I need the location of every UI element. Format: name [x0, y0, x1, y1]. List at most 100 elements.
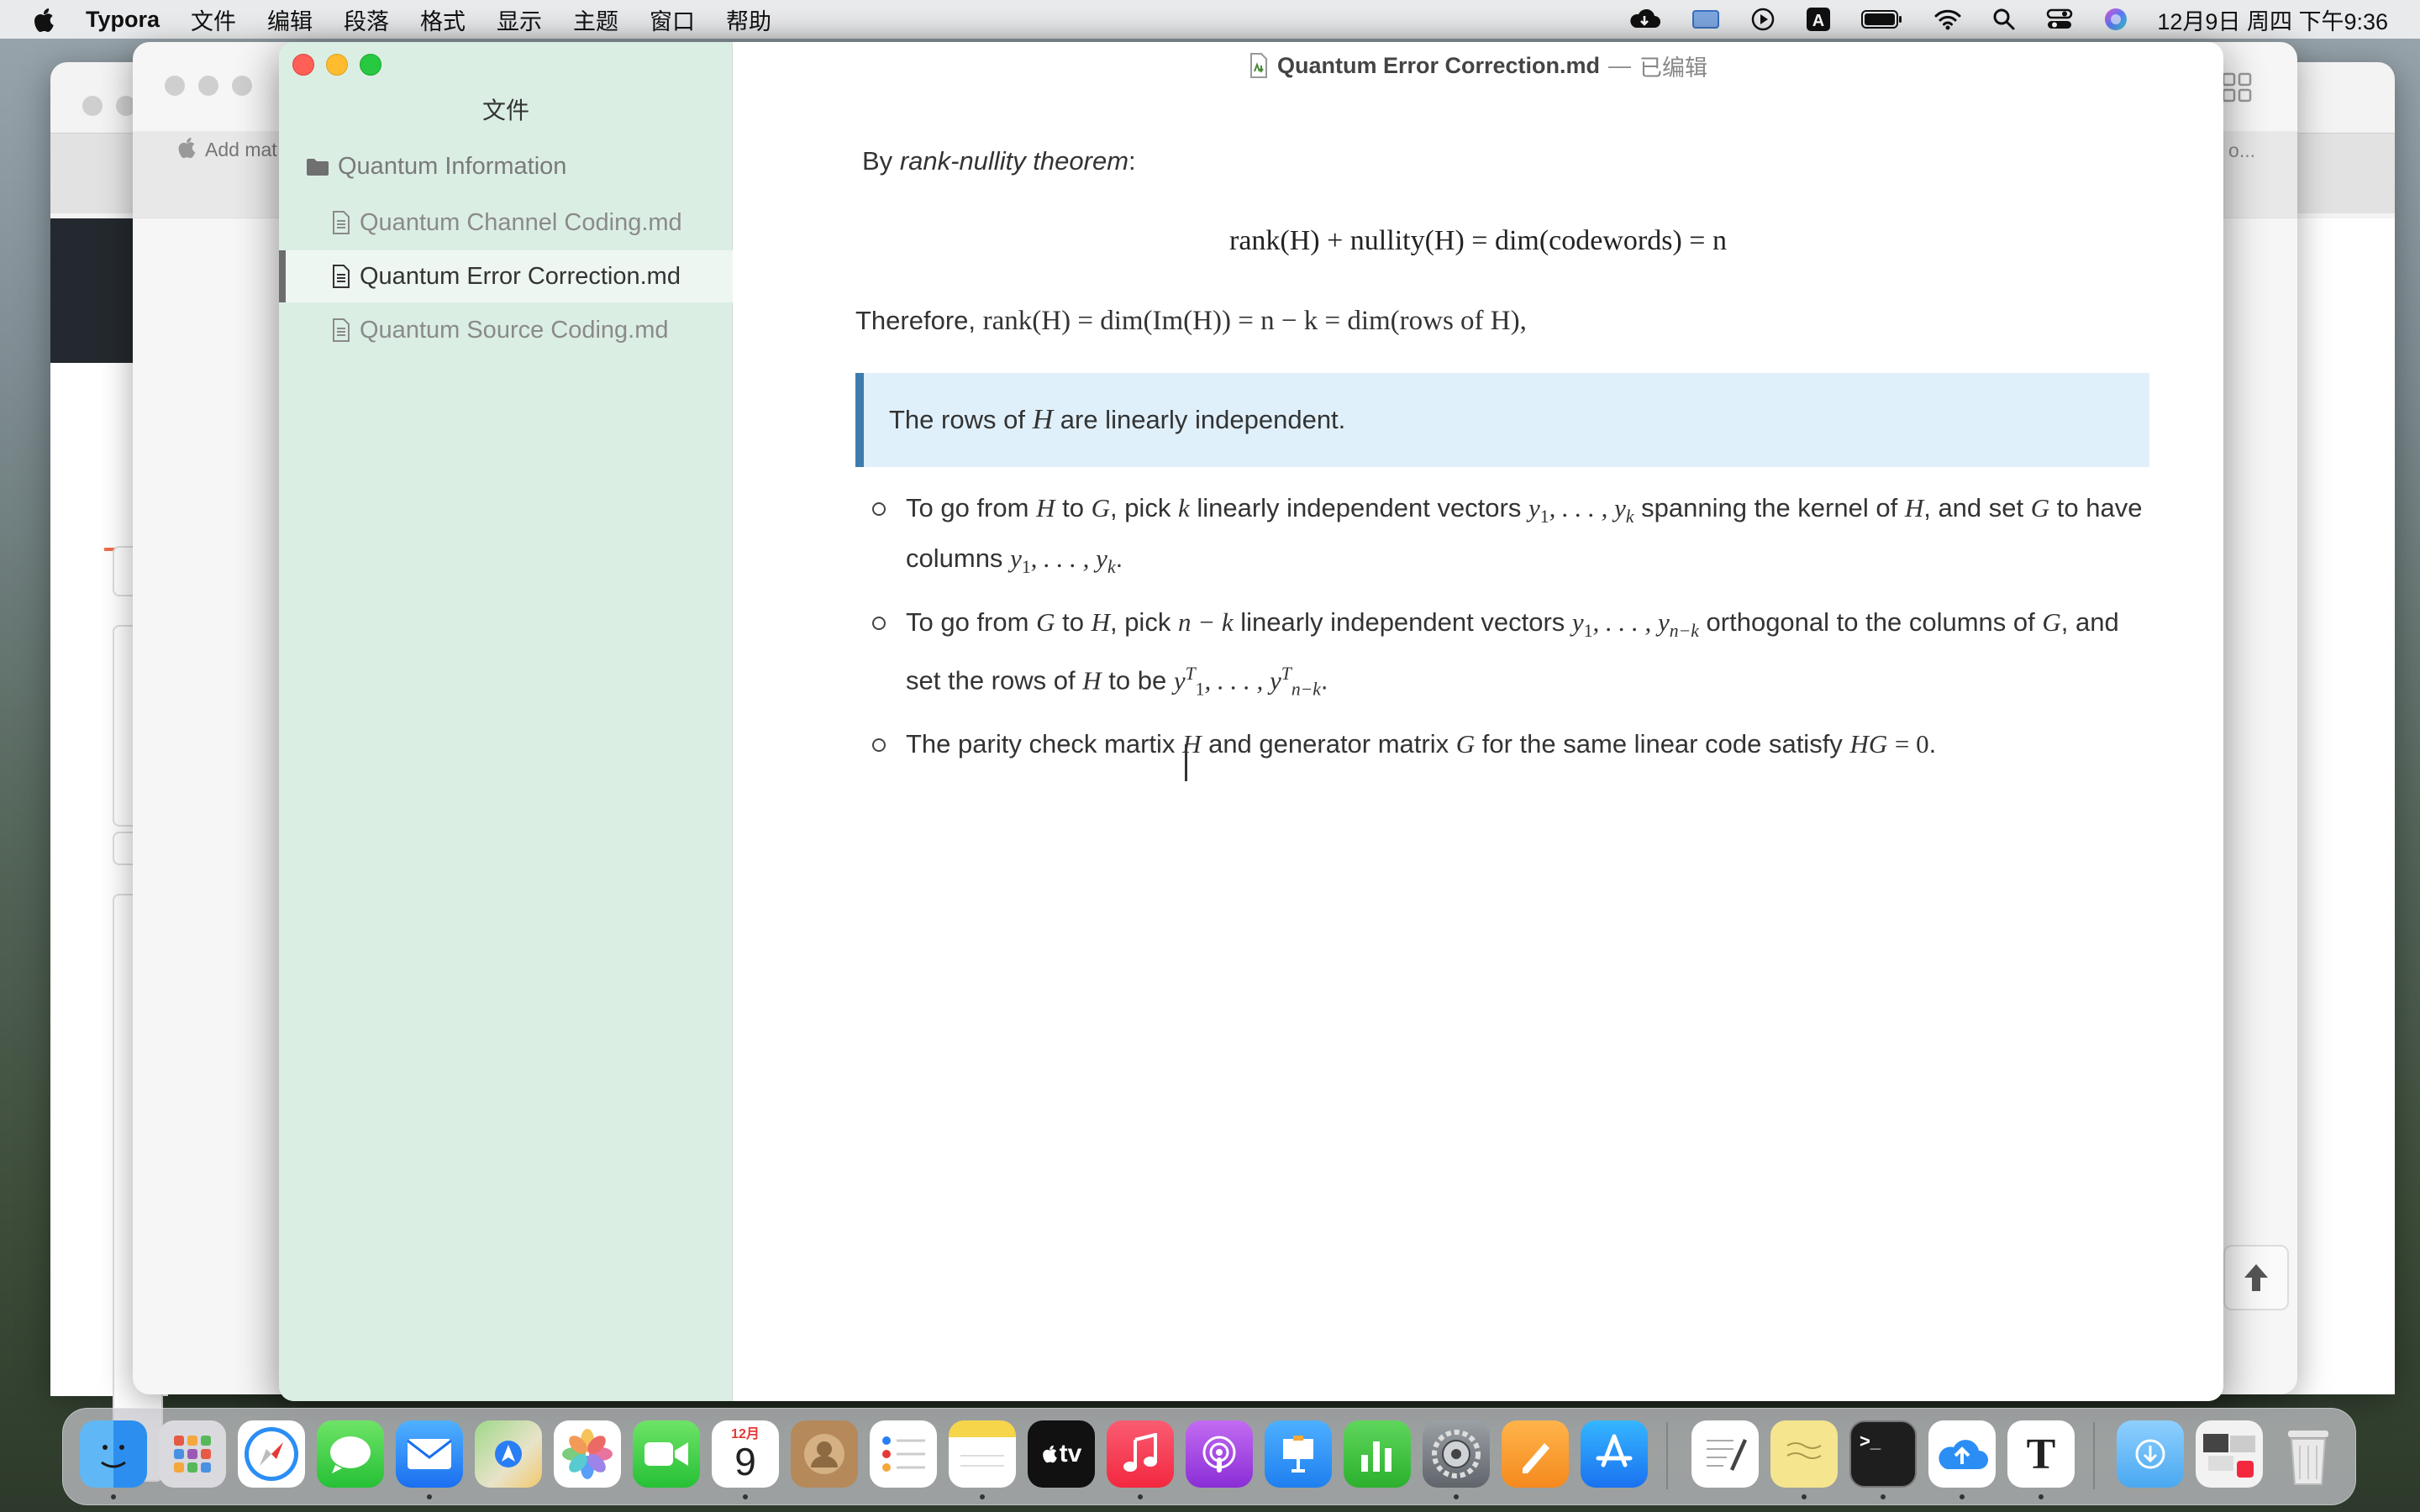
menu-theme[interactable]: 主题 — [573, 3, 618, 36]
bg2-close-button[interactable] — [165, 76, 185, 96]
sidebar-file-label: Quantum Source Coding.md — [360, 316, 669, 344]
list-text: . — [1115, 543, 1123, 574]
recent-items-icon[interactable] — [2196, 1420, 2263, 1488]
sidebar-folder-label: Quantum Information — [338, 153, 567, 180]
app-store-icon[interactable] — [1581, 1420, 1648, 1488]
finder-icon[interactable] — [80, 1420, 147, 1488]
grid-icon[interactable] — [2220, 71, 2254, 104]
apple-logo-icon[interactable] — [32, 7, 57, 32]
menu-clock[interactable]: 12月9日 周四 下午9:36 — [2157, 3, 2388, 36]
bg2-tab[interactable]: Add mat — [176, 136, 277, 161]
sidebar-folder[interactable]: Quantum Information — [306, 153, 566, 181]
photos-icon[interactable] — [554, 1420, 621, 1488]
list-text: . — [1320, 664, 1328, 695]
math-superscript: T — [1185, 663, 1196, 684]
calendar-icon[interactable]: 12月 9 — [712, 1420, 779, 1488]
typora-window[interactable]: 文件 Quantum Information Quantum Channel C… — [279, 42, 2223, 1401]
numbers-icon[interactable] — [1344, 1420, 1411, 1488]
siri-icon[interactable] — [2103, 7, 2128, 32]
contacts-icon[interactable] — [791, 1420, 858, 1488]
math-var: , . . . , y — [1204, 664, 1281, 695]
search-icon[interactable] — [1992, 8, 2016, 31]
menu-view[interactable]: 显示 — [497, 3, 542, 36]
menu-bar: Typora 文件 编辑 段落 格式 显示 主题 窗口 帮助 A 12月9日 周… — [0, 0, 2420, 39]
list-text: To go from — [906, 607, 1029, 638]
input-method-icon[interactable]: A — [1806, 7, 1831, 32]
pages-icon[interactable] — [1502, 1420, 1569, 1488]
menu-help[interactable]: 帮助 — [726, 3, 771, 36]
sidebar-file-error-correction[interactable]: Quantum Error Correction.md — [279, 250, 733, 302]
list-text: To go from — [906, 493, 1029, 522]
folder-icon — [307, 158, 329, 176]
math-var: G — [1036, 607, 1055, 638]
math-subscript: k — [1107, 557, 1116, 578]
bg2-maximize-button[interactable] — [232, 76, 252, 96]
list-text: spanning the kernel of — [1641, 493, 1898, 522]
running-indicator — [2039, 1494, 2044, 1499]
menu-edit[interactable]: 编辑 — [267, 3, 313, 36]
podcasts-icon[interactable] — [1186, 1420, 1253, 1488]
text-colon: : — [1128, 146, 1136, 176]
cloud-icon[interactable] — [1628, 8, 1661, 31]
facetime-icon[interactable] — [633, 1420, 700, 1488]
bg2-tab-label: Add mat — [205, 139, 277, 160]
bg2-tab-right[interactable]: o... — [2228, 139, 2255, 162]
sidebar-file-label: Quantum Channel Coding.md — [360, 208, 682, 236]
document-icon — [333, 265, 350, 288]
text-cursor — [1185, 744, 1187, 781]
typora-icon[interactable]: T — [2007, 1420, 2075, 1488]
file-sidebar: 文件 Quantum Information Quantum Channel C… — [279, 42, 733, 1401]
bg-close-button[interactable] — [82, 96, 103, 116]
sidebar-file-label: Quantum Error Correction.md — [360, 262, 681, 290]
play-icon[interactable] — [1750, 7, 1776, 32]
menu-paragraph[interactable]: 段落 — [344, 3, 389, 36]
menu-window[interactable]: 窗口 — [650, 3, 695, 36]
reminders-icon[interactable] — [870, 1420, 937, 1488]
screen-icon[interactable] — [1691, 8, 1720, 30]
system-preferences-icon[interactable] — [1423, 1420, 1490, 1488]
list-text: to — [1062, 493, 1084, 522]
bg2-minimize-button[interactable] — [198, 76, 218, 96]
maximize-button[interactable] — [360, 54, 381, 76]
window-titlebar: Quantum Error Correction.md — 已编辑 — [733, 42, 2223, 89]
trash-icon[interactable] — [2275, 1420, 2342, 1488]
sidebar-file-source-coding[interactable]: Quantum Source Coding.md — [279, 304, 733, 356]
apple-tv-icon[interactable]: tv — [1028, 1420, 1095, 1488]
mail-icon[interactable] — [396, 1420, 463, 1488]
wifi-icon[interactable] — [1933, 8, 1962, 31]
math-var: G — [2042, 607, 2061, 638]
notes-icon[interactable] — [949, 1420, 1016, 1488]
messages-icon[interactable] — [317, 1420, 384, 1488]
sidebar-file-channel-coding[interactable]: Quantum Channel Coding.md — [279, 197, 733, 249]
menu-typora[interactable]: Typora — [86, 7, 160, 33]
blockquote-suffix: are linearly independent. — [1060, 405, 1346, 434]
textedit-icon[interactable] — [1691, 1420, 1759, 1488]
list-text: linearly independent vectors — [1197, 493, 1522, 522]
editor-content[interactable]: By rank-nullity theorem: rank(H) + nulli… — [733, 89, 2223, 1401]
icloud-upload-icon[interactable] — [1928, 1420, 1996, 1488]
terminal-icon[interactable]: >_ — [1849, 1420, 1917, 1488]
control-center-icon[interactable] — [2046, 8, 2073, 31]
music-icon[interactable] — [1107, 1420, 1174, 1488]
inline-equation-therefore: rank(H) = dim(Im(H)) = n − k = dim(rows … — [982, 306, 1527, 336]
keynote-icon[interactable] — [1265, 1420, 1332, 1488]
math-var: H — [1036, 493, 1055, 522]
close-button[interactable] — [292, 54, 314, 76]
maps-icon[interactable] — [475, 1420, 542, 1488]
minimize-button[interactable] — [326, 54, 348, 76]
markdown-document-icon — [1249, 53, 1267, 78]
downloads-folder-icon[interactable] — [2117, 1420, 2184, 1488]
stickies-icon[interactable] — [1770, 1420, 1838, 1488]
math-subscript: n−k — [1291, 679, 1321, 700]
menu-format[interactable]: 格式 — [420, 3, 466, 36]
safari-icon[interactable] — [238, 1420, 305, 1488]
math-subscript: k — [1625, 507, 1634, 528]
battery-icon[interactable] — [1861, 9, 1903, 29]
document-icon — [333, 211, 350, 234]
launchpad-icon[interactable] — [159, 1420, 226, 1488]
apple-tv-label: tv — [1059, 1440, 1082, 1467]
scroll-to-top-button[interactable] — [2223, 1245, 2289, 1310]
list-text: , pick — [1109, 493, 1171, 522]
list-text: and generator matrix — [1208, 729, 1449, 759]
menu-file[interactable]: 文件 — [191, 3, 236, 36]
